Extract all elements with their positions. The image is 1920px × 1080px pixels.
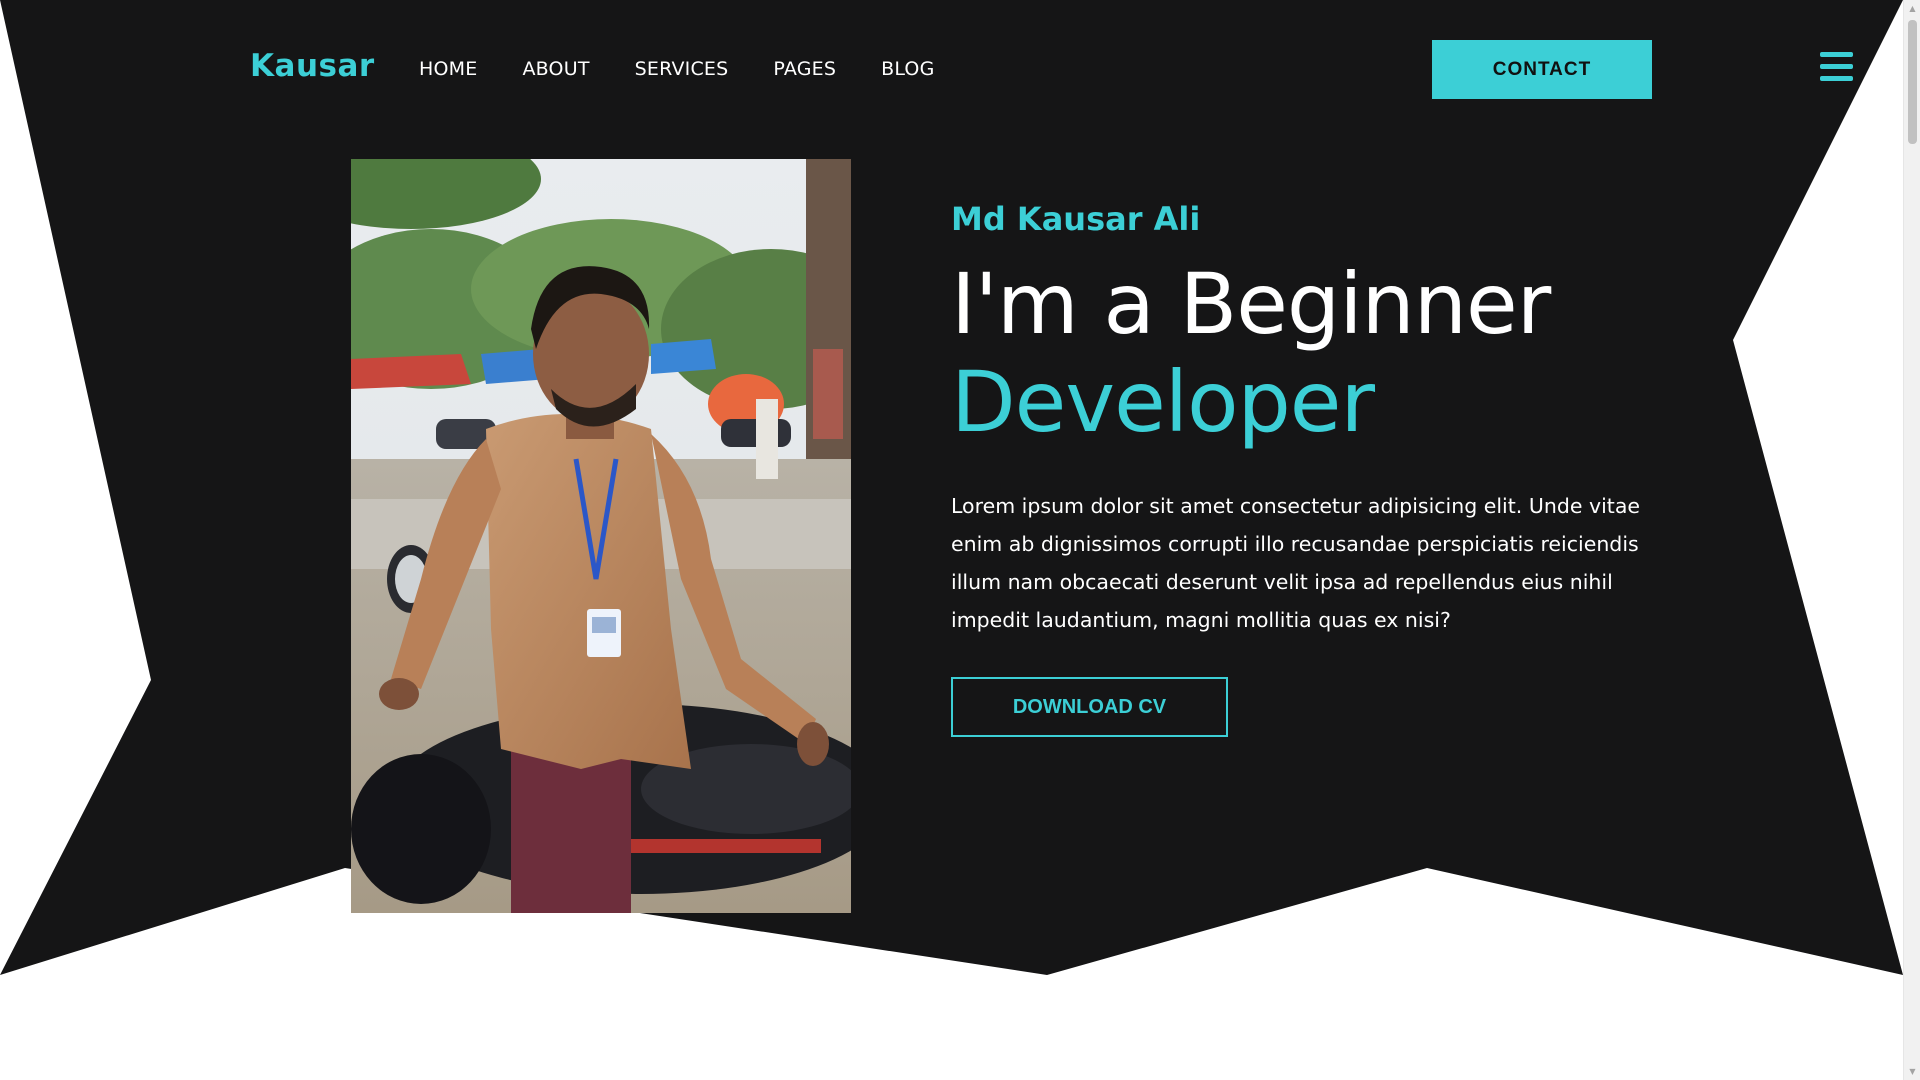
hero-heading: I'm a Beginner Developer [951, 255, 1551, 451]
scroll-down-arrow-icon[interactable]: ▼ [1904, 1063, 1920, 1080]
vertical-scrollbar[interactable]: ▲ ▼ [1903, 0, 1920, 1080]
page: Kausar HOME ABOUT SERVICES PAGES BLOG CO… [0, 0, 1920, 1080]
download-cv-button[interactable]: DOWNLOAD CV [951, 677, 1228, 737]
scrollbar-thumb[interactable] [1908, 20, 1917, 144]
profile-photo [351, 159, 851, 913]
nav-link-services[interactable]: SERVICES [635, 58, 729, 80]
hamburger-icon[interactable] [1820, 52, 1853, 82]
nav-link-blog[interactable]: BLOG [881, 58, 934, 80]
nav-link-about[interactable]: ABOUT [522, 58, 589, 80]
site-logo[interactable]: Kausar [250, 48, 375, 84]
nav-link-home[interactable]: HOME [419, 58, 477, 80]
hero-name: Md Kausar Ali [951, 200, 1201, 238]
nav-link-pages[interactable]: PAGES [773, 58, 836, 80]
hero-heading-line1: I'm a Beginner [951, 255, 1551, 353]
main-nav: HOME ABOUT SERVICES PAGES BLOG [419, 58, 980, 80]
hero-description: Lorem ipsum dolor sit amet consectetur a… [951, 494, 1641, 632]
scroll-up-arrow-icon[interactable]: ▲ [1904, 0, 1920, 17]
hero-heading-line2: Developer [951, 353, 1375, 451]
contact-button[interactable]: CONTACT [1432, 40, 1652, 99]
